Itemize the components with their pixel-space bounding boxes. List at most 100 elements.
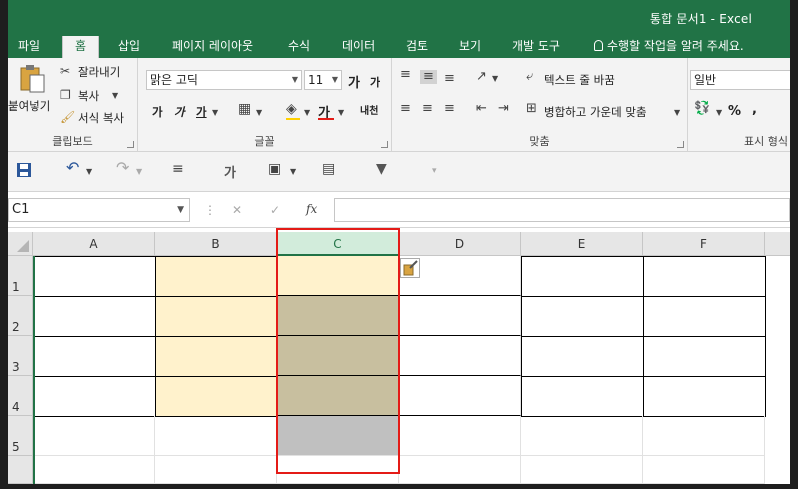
cell-d5[interactable] (399, 416, 521, 456)
tab-data[interactable]: 데이터 (340, 36, 377, 58)
align-top-icon[interactable]: ≡ (400, 68, 411, 82)
copy-dropdown-icon[interactable]: ▼ (112, 89, 118, 103)
cell-f3[interactable] (643, 336, 766, 377)
tab-review[interactable]: 검토 (404, 36, 430, 58)
cell-d6[interactable] (399, 456, 521, 484)
table-icon[interactable]: ▤ (322, 162, 335, 176)
accounting-dropdown-icon[interactable]: ▼ (716, 106, 722, 120)
tab-developer[interactable]: 개발 도구 (510, 36, 562, 58)
cell-e3[interactable] (521, 336, 644, 377)
save-icon[interactable] (16, 162, 32, 178)
align-right-icon[interactable]: ≡ (444, 102, 455, 116)
cell-e1[interactable] (521, 256, 644, 297)
borders-icon[interactable]: ▦ (238, 102, 251, 116)
font-size-dropdown[interactable]: 11 ▼ (304, 70, 342, 90)
format-painter-button[interactable]: 서식 복사 (78, 110, 124, 126)
cell-e5[interactable] (521, 416, 643, 456)
row-header-6[interactable] (8, 456, 33, 484)
borders-dropdown-icon[interactable]: ▼ (256, 106, 262, 120)
cancel-icon[interactable]: ✕ (232, 203, 242, 217)
shrink-font-button[interactable]: 가 (370, 74, 380, 90)
tab-page-layout[interactable]: 페이지 레이아웃 (170, 36, 255, 58)
accounting-format-icon[interactable]: 💱 (694, 102, 710, 116)
underline-button[interactable]: 가 (196, 104, 207, 120)
cell-f2[interactable] (643, 296, 766, 337)
bold-button[interactable]: 가 (152, 104, 163, 120)
redo-dropdown-icon[interactable]: ▼ (136, 165, 142, 179)
italic-button[interactable]: 가 (174, 104, 185, 120)
cell-f4[interactable] (643, 376, 766, 417)
cell-b4[interactable] (155, 376, 278, 417)
insert-function-button[interactable]: fx (306, 202, 317, 216)
merge-center-button[interactable]: 병합하고 가운데 맞춤 (544, 104, 647, 120)
increase-indent-icon[interactable]: ⇥ (498, 102, 509, 116)
select-all-button[interactable] (8, 232, 33, 256)
cell-a3[interactable] (33, 336, 156, 377)
paste-options-icon[interactable] (400, 258, 420, 278)
comma-button[interactable]: , (752, 102, 757, 117)
column-header-d[interactable]: D (399, 232, 521, 256)
clipboard-launcher-icon[interactable] (127, 141, 134, 148)
formula-input[interactable] (334, 198, 790, 222)
column-header-e[interactable]: E (521, 232, 643, 256)
align-bottom-icon[interactable]: ≡ (444, 72, 455, 86)
orientation-dropdown-icon[interactable]: ▼ (492, 72, 498, 86)
tab-home[interactable]: 홈 (62, 36, 100, 58)
format-table-icon[interactable]: ▣ (268, 162, 281, 176)
cell-d3[interactable] (399, 336, 521, 376)
align-left-icon[interactable]: ≡ (400, 102, 411, 116)
cell-d2[interactable] (399, 296, 521, 336)
tab-view[interactable]: 보기 (457, 36, 483, 58)
phonetic-button[interactable]: 내천 (360, 102, 378, 117)
filter-icon[interactable]: ▼ (376, 162, 387, 176)
tab-file[interactable]: 파일 (16, 36, 42, 58)
cell-e2[interactable] (521, 296, 644, 337)
row-header-4[interactable]: 4 (8, 376, 33, 416)
name-box[interactable]: C1 ▼ (8, 198, 190, 222)
tab-formulas[interactable]: 수식 (286, 36, 312, 58)
cell-d4[interactable] (399, 376, 521, 416)
cell-f1[interactable] (643, 256, 766, 297)
column-header-g[interactable] (765, 232, 790, 256)
format-table-dropdown-icon[interactable]: ▼ (290, 165, 296, 179)
percent-button[interactable]: % (728, 104, 741, 119)
column-header-f[interactable]: F (643, 232, 765, 256)
cell-b3[interactable] (155, 336, 278, 377)
number-format-dropdown[interactable]: 일반 (690, 70, 790, 90)
enter-icon[interactable]: ✓ (270, 203, 280, 217)
fill-dropdown-icon[interactable]: ▼ (304, 106, 310, 120)
row-header-3[interactable]: 3 (8, 336, 33, 376)
decrease-indent-icon[interactable]: ⇤ (476, 102, 487, 116)
font-name-dropdown[interactable]: 맑은 고딕 ▼ (146, 70, 302, 90)
undo-dropdown-icon[interactable]: ▼ (86, 165, 92, 179)
copy-button[interactable]: 복사 (78, 88, 99, 104)
customize-qat-icon[interactable]: ▾ (432, 164, 437, 178)
cell-f5[interactable] (643, 416, 765, 456)
cell-a5[interactable] (33, 416, 155, 456)
cell-b5[interactable] (155, 416, 277, 456)
cell-b1[interactable] (155, 256, 278, 297)
orientation-icon[interactable]: ↗ (476, 70, 487, 84)
column-header-b[interactable]: B (155, 232, 277, 256)
merge-dropdown-icon[interactable]: ▼ (674, 106, 680, 120)
undo-icon[interactable]: ↶ (66, 160, 79, 176)
font-launcher-icon[interactable] (381, 141, 388, 148)
row-header-5[interactable]: 5 (8, 416, 33, 456)
cell-b6[interactable] (155, 456, 277, 484)
wrap-text-button[interactable]: 텍스트 줄 바꿈 (544, 72, 615, 88)
underline-dropdown-icon[interactable]: ▼ (212, 106, 218, 120)
align-center-icon[interactable]: ≡ (422, 102, 433, 116)
paste-button[interactable]: 붙여넣기 (8, 64, 54, 126)
cell-a4[interactable] (33, 376, 156, 417)
row-header-2[interactable]: 2 (8, 296, 33, 336)
redo-icon[interactable]: ↷ (116, 160, 129, 176)
cell-a2[interactable] (33, 296, 156, 337)
fill-color-icon[interactable]: ◈ (286, 102, 297, 116)
cell-e6[interactable] (521, 456, 643, 484)
grow-font-button[interactable]: 가 (348, 72, 360, 91)
sort-icon[interactable]: 가 (224, 162, 236, 181)
font-color-dropdown-icon[interactable]: ▼ (338, 106, 344, 120)
cell-a1[interactable] (33, 256, 156, 297)
tell-me-search[interactable]: 수행할 작업을 알려 주세요. (592, 36, 746, 58)
row-header-1[interactable]: 1 (8, 256, 33, 296)
